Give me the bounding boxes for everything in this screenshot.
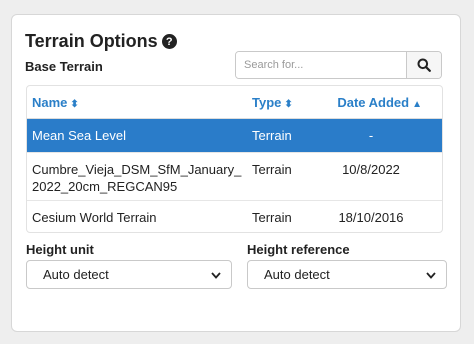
cell-type: Terrain: [247, 152, 319, 201]
height-reference-value: Auto detect: [264, 267, 330, 282]
cell-name: Mean Sea Level: [27, 118, 247, 153]
terrain-options-panel: Terrain Options ? Base Terrain Name⬍ Typ…: [11, 14, 461, 332]
cell-type: Terrain: [247, 200, 319, 232]
cell-type: Terrain: [247, 118, 319, 153]
panel-title: Terrain Options ?: [25, 31, 177, 52]
column-header-date-added[interactable]: Date Added ▲: [319, 86, 442, 119]
cell-date: -: [319, 118, 442, 153]
column-header-name[interactable]: Name ⬍: [27, 86, 247, 119]
sort-both-icon: ⬍: [70, 98, 79, 110]
table-header-row: Name ⬍ Type ⬍ Date Added ▲: [27, 86, 442, 119]
column-header-type[interactable]: Type ⬍: [247, 86, 319, 119]
terrain-search: [235, 51, 442, 79]
search-icon: [417, 58, 431, 72]
panel-title-text: Terrain Options: [25, 31, 158, 51]
height-reference-select[interactable]: Auto detect: [247, 260, 447, 289]
cell-name: Cumbre_Vieja_DSM_SfM_January_2022_20cm_R…: [27, 152, 247, 201]
cell-date: 10/8/2022: [319, 152, 442, 201]
base-terrain-label: Base Terrain: [25, 59, 103, 74]
table-row[interactable]: Cumbre_Vieja_DSM_SfM_January_2022_20cm_R…: [27, 152, 442, 201]
help-icon[interactable]: ?: [161, 34, 177, 49]
height-reference-label: Height reference: [247, 242, 350, 257]
sort-both-icon: ⬍: [284, 98, 293, 110]
height-unit-value: Auto detect: [43, 267, 109, 282]
cell-name: Cesium World Terrain: [27, 200, 247, 232]
chevron-down-icon: [211, 271, 221, 279]
chevron-down-icon: [426, 271, 436, 279]
table-row[interactable]: Mean Sea Level Terrain -: [27, 118, 442, 153]
height-unit-select[interactable]: Auto detect: [26, 260, 232, 289]
sort-ascending-icon: ▲: [412, 98, 422, 110]
height-unit-label: Height unit: [26, 242, 94, 257]
terrain-table: Name ⬍ Type ⬍ Date Added ▲ Mean Sea Level T…: [26, 85, 443, 233]
search-input[interactable]: [236, 52, 406, 78]
search-button[interactable]: [406, 52, 441, 78]
cell-date: 18/10/2016: [319, 200, 442, 232]
table-row[interactable]: Cesium World Terrain Terrain 18/10/2016: [27, 200, 442, 232]
